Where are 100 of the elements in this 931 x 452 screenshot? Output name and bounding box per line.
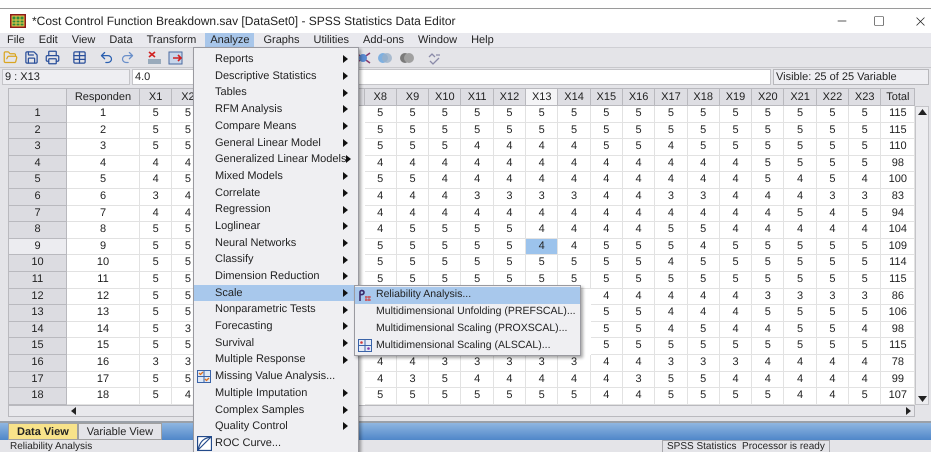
- table-cell: 4: [67, 156, 140, 172]
- table-cell: 5: [752, 305, 784, 322]
- menu-item[interactable]: Analyze: [205, 33, 254, 47]
- column-header[interactable]: X16: [622, 88, 656, 106]
- insert-variable-icon[interactable]: [168, 50, 183, 64]
- menu-option[interactable]: Multidimensional Unfolding (PREFSCAL)...: [355, 304, 580, 320]
- menu-option[interactable]: ROC Curve...: [194, 434, 358, 452]
- print-icon[interactable]: [45, 50, 60, 65]
- table-cell: 5: [816, 172, 850, 189]
- row-header[interactable]: 11: [8, 272, 67, 289]
- menu-option[interactable]: Descriptive Statistics: [194, 68, 358, 84]
- row-header[interactable]: 10: [8, 255, 67, 272]
- menu-option[interactable]: Reports: [194, 51, 358, 68]
- row-header[interactable]: 17: [8, 372, 67, 388]
- maximize-icon[interactable]: [873, 15, 885, 27]
- row-header[interactable]: 18: [8, 388, 67, 405]
- menu-item[interactable]: Utilities: [308, 33, 354, 47]
- column-header[interactable]: X15: [590, 88, 623, 106]
- scroll-up-icon[interactable]: [918, 109, 927, 115]
- column-header[interactable]: X11: [461, 88, 494, 106]
- table-cell: 100: [881, 172, 916, 189]
- column-header[interactable]: X18: [688, 88, 720, 106]
- cell-name-field[interactable]: 9 : X13: [2, 69, 130, 85]
- row-header[interactable]: 1: [8, 106, 67, 123]
- table-cell: 115: [881, 106, 916, 123]
- table-cell: 4: [558, 238, 591, 256]
- row-header[interactable]: 13: [8, 305, 67, 322]
- column-header[interactable]: X10: [429, 88, 462, 106]
- table-cell: 5: [429, 388, 462, 405]
- column-header[interactable]: X13: [526, 88, 558, 106]
- menu-option[interactable]: Multidimensional Scaling (ALSCAL)...: [355, 337, 580, 354]
- menu-option[interactable]: Quality Control: [194, 418, 358, 435]
- column-header[interactable]: X22: [816, 88, 850, 106]
- menu-item[interactable]: Data: [104, 33, 138, 47]
- column-header[interactable]: X14: [558, 88, 591, 106]
- column-header[interactable]: Total: [881, 88, 916, 106]
- menu-option[interactable]: Multidimensional Scaling (PROXSCAL)...: [355, 320, 580, 338]
- table-cell: 5: [752, 122, 784, 140]
- goto-case-icon[interactable]: [147, 50, 162, 64]
- column-header[interactable]: X20: [752, 88, 784, 106]
- table-cell: 3: [816, 188, 850, 206]
- table-cell: 5: [140, 122, 172, 140]
- table-cell: 4: [816, 206, 850, 222]
- menu-item[interactable]: Edit: [34, 33, 63, 47]
- table-icon[interactable]: [72, 50, 87, 65]
- table-cell: 4: [526, 172, 558, 189]
- menu-item[interactable]: Window: [412, 33, 462, 47]
- table-cell: 5: [849, 139, 882, 156]
- row-header[interactable]: 5: [8, 172, 67, 189]
- menu-option[interactable]: Reliability Analysis...: [355, 287, 580, 304]
- column-header[interactable]: X12: [494, 88, 526, 106]
- undo-icon[interactable]: [99, 50, 114, 65]
- row-header[interactable]: 15: [8, 338, 67, 355]
- row-header[interactable]: 8: [8, 222, 67, 239]
- column-header[interactable]: X9: [396, 88, 430, 106]
- table-cell: 5: [558, 122, 591, 140]
- row-header[interactable]: 3: [8, 139, 67, 156]
- column-header[interactable]: X1: [140, 88, 172, 106]
- table-cell: 4: [622, 288, 656, 306]
- table-cell: 4: [461, 172, 494, 189]
- table-cell: 4: [688, 156, 720, 172]
- spelling-icon[interactable]: [427, 50, 441, 64]
- table-cell: 5: [688, 139, 720, 156]
- menu-item[interactable]: File: [2, 33, 30, 47]
- menu-item[interactable]: Graphs: [258, 33, 305, 47]
- menu-item[interactable]: Help: [466, 33, 499, 47]
- table-cell: 4: [494, 372, 526, 388]
- menu-item[interactable]: Transform: [142, 33, 202, 47]
- column-header[interactable]: X23: [849, 88, 882, 106]
- vertical-scrollbar[interactable]: [915, 106, 930, 405]
- menu-item[interactable]: View: [66, 33, 100, 47]
- table-cell: 4: [784, 354, 817, 372]
- menu-item[interactable]: Add-ons: [358, 33, 409, 47]
- row-header[interactable]: 6: [8, 188, 67, 206]
- table-cell: 94: [881, 206, 916, 222]
- row-header[interactable]: 2: [8, 122, 67, 140]
- view-tab[interactable]: Variable View: [78, 422, 162, 440]
- table-cell: 4: [558, 139, 591, 156]
- table-cell: 5: [140, 372, 172, 388]
- column-header[interactable]: X21: [784, 88, 817, 106]
- column-header[interactable]: X8: [364, 88, 397, 106]
- save-icon[interactable]: [24, 50, 39, 65]
- row-header[interactable]: 4: [8, 156, 67, 172]
- scroll-down-icon[interactable]: [918, 396, 927, 402]
- circles-icon[interactable]: [399, 50, 415, 64]
- table-cell: 5: [590, 338, 623, 355]
- table-cell: 4: [655, 172, 688, 189]
- column-header[interactable]: X19: [720, 88, 752, 106]
- table-cell: 4: [720, 322, 752, 338]
- column-header[interactable]: Responden: [67, 88, 140, 106]
- row-header[interactable]: 12: [8, 288, 67, 306]
- row-header[interactable]: 7: [8, 206, 67, 222]
- column-header[interactable]: X17: [655, 88, 688, 106]
- table-cell: 4: [720, 222, 752, 239]
- view-tab[interactable]: Data View: [8, 422, 78, 440]
- row-header[interactable]: 16: [8, 354, 67, 372]
- row-header[interactable]: 14: [8, 322, 67, 338]
- table-cell: 4: [720, 305, 752, 322]
- row-header[interactable]: 9: [8, 238, 67, 256]
- redo-icon[interactable]: [120, 50, 135, 65]
